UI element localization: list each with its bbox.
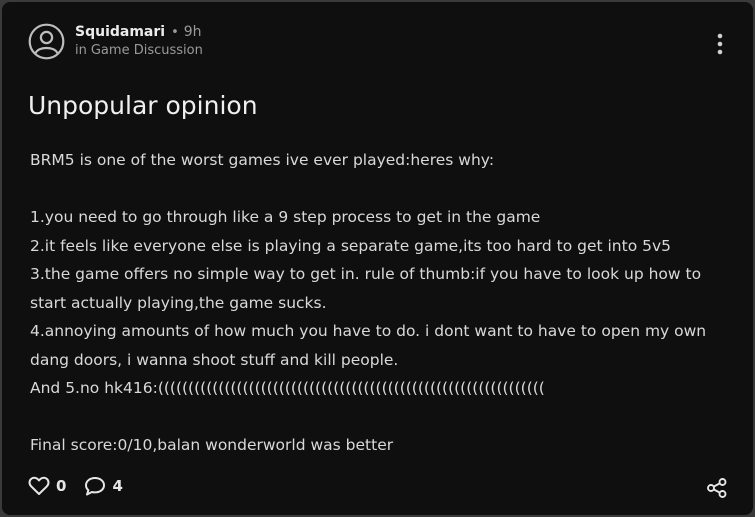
body-line: BRM5 is one of the worst games ive ever …: [30, 151, 495, 169]
body-line: Final score:0/10,balan wonderworld was b…: [30, 436, 394, 454]
like-button[interactable]: 0: [28, 476, 66, 496]
post-body: BRM5 is one of the worst games ive ever …: [30, 146, 730, 460]
post-actions: 0 4: [28, 476, 141, 496]
user-circle-icon[interactable]: [28, 23, 65, 60]
post-title: Unpopular opinion: [28, 91, 258, 120]
body-line: start actually playing,the game sucks.: [30, 293, 327, 312]
body-line: 1.you need to go through like a 9 step p…: [30, 208, 541, 226]
body-line: [30, 403, 730, 432]
body-line: 2.it feels like everyone else is playing…: [30, 236, 672, 255]
post-card: Squidamari • 9h in Game Discussion Unpopu…: [2, 2, 753, 515]
speech-bubble-icon: [85, 477, 106, 496]
post-meta: Squidamari • 9h in Game Discussion: [75, 24, 203, 59]
body-line: [30, 175, 730, 204]
vertical-ellipsis-icon[interactable]: [717, 33, 723, 55]
comment-button[interactable]: 4: [84, 476, 123, 496]
share-nodes-icon[interactable]: [706, 477, 728, 499]
body-line: 4.annoying amounts of how much you have …: [30, 322, 707, 340]
author-name[interactable]: Squidamari: [75, 24, 165, 41]
community-link[interactable]: Game Discussion: [91, 43, 203, 58]
community-prefix: in: [75, 43, 87, 58]
meta-separator: •: [171, 25, 179, 40]
post-header: Squidamari • 9h in Game Discussion: [28, 23, 203, 60]
body-line: 3.the game offers no simple way to get i…: [30, 265, 702, 283]
heart-outline-icon: [28, 476, 50, 495]
post-timestamp: 9h: [183, 24, 202, 40]
comment-count: 4: [112, 477, 123, 495]
body-line: And 5.no hk416:(((((((((((((((((((((((((…: [30, 379, 545, 397]
body-line: dang doors, i wanna shoot stuff and kill…: [30, 350, 399, 369]
like-count: 0: [56, 477, 67, 495]
